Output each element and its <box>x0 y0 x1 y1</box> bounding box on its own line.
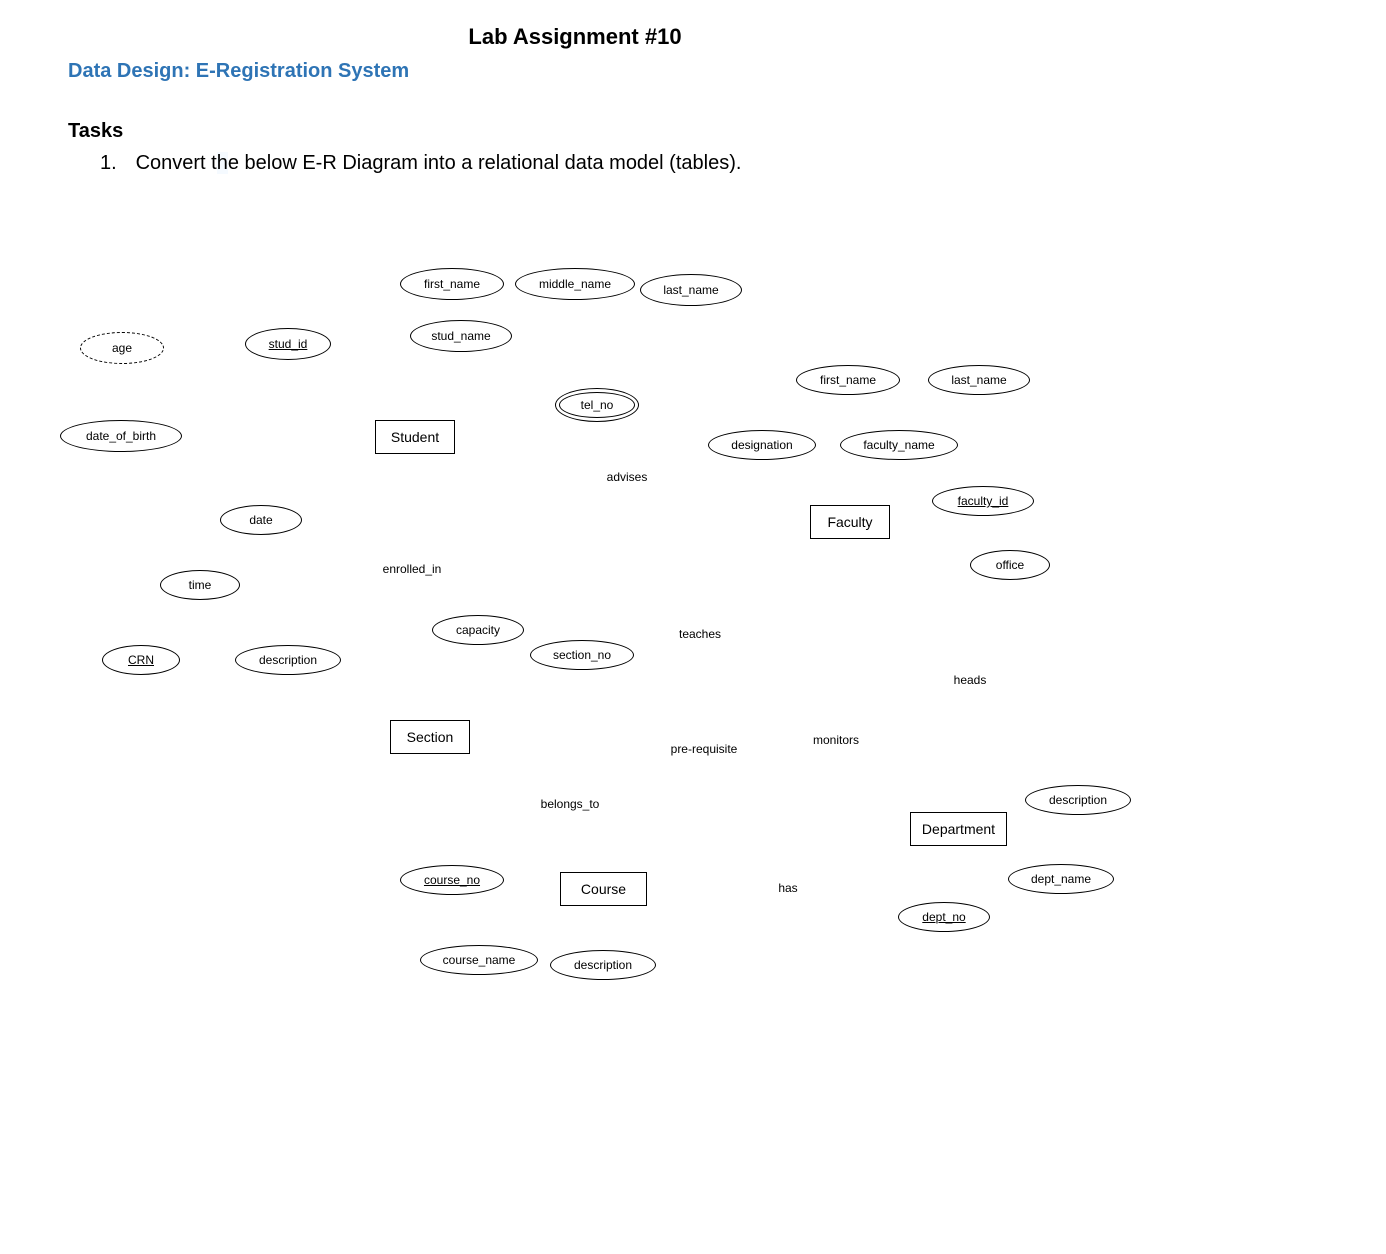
attr-faculty-id: faculty_id <box>932 486 1034 516</box>
attr-dept-description: description <box>1025 785 1131 815</box>
rel-prerequisite: pre-requisite <box>658 730 750 768</box>
attr-fac-last-name: last_name <box>928 365 1030 395</box>
entity-section: Section <box>390 720 470 754</box>
attr-time: time <box>160 570 240 600</box>
attr-fac-first-name: first_name <box>796 365 900 395</box>
attr-course-no: course_no <box>400 865 504 895</box>
rel-advises: advises <box>595 458 659 496</box>
attr-last-name: last_name <box>640 274 742 306</box>
attr-date: date <box>220 505 302 535</box>
entity-faculty: Faculty <box>810 505 890 539</box>
entity-department: Department <box>910 812 1007 846</box>
attr-stud-id-label: stud_id <box>269 337 308 351</box>
attr-designation: designation <box>708 430 816 460</box>
attr-faculty-name: faculty_name <box>840 430 958 460</box>
er-diagram: Student Section Course Faculty Departmen… <box>40 250 1160 1080</box>
attr-age: age <box>80 332 164 364</box>
attr-crn-label: CRN <box>128 653 154 667</box>
page-title: Lab Assignment #10 <box>0 24 1150 50</box>
task-list-item: 1. Convert the below E-R Diagram into a … <box>100 152 741 175</box>
rel-teaches: teaches <box>668 615 732 653</box>
task-text-a: Convert t <box>136 152 217 174</box>
attr-date-of-birth: date_of_birth <box>60 420 182 452</box>
page-subtitle: Data Design: E-Registration System <box>68 60 409 83</box>
rel-has: has <box>760 870 816 906</box>
attr-crn: CRN <box>102 645 180 675</box>
task-text-b: e below E-R Diagram into a relational da… <box>228 152 742 174</box>
attr-dept-no-label: dept_no <box>922 910 965 924</box>
attr-section-description: description <box>235 645 341 675</box>
attr-tel-no: tel_no <box>555 388 639 422</box>
attr-stud-name: stud_name <box>410 320 512 352</box>
rel-belongs-to: belongs_to <box>530 785 610 823</box>
attr-faculty-id-label: faculty_id <box>958 494 1009 508</box>
attr-first-name: first_name <box>400 268 504 300</box>
attr-section-no: section_no <box>530 640 634 670</box>
attr-capacity: capacity <box>432 615 524 645</box>
attr-stud-id: stud_id <box>245 328 331 360</box>
rel-monitors: monitors <box>800 722 872 758</box>
attr-course-no-label: course_no <box>424 873 480 887</box>
entity-student: Student <box>375 420 455 454</box>
attr-course-description: description <box>550 950 656 980</box>
entity-course: Course <box>560 872 647 906</box>
task-text-highlight: h <box>217 152 228 174</box>
rel-heads: heads <box>940 662 1000 698</box>
attr-dept-name: dept_name <box>1008 864 1114 894</box>
attr-office: office <box>970 550 1050 580</box>
task-number: 1. <box>100 152 130 175</box>
attr-course-name: course_name <box>420 945 538 975</box>
attr-dept-no: dept_no <box>898 902 990 932</box>
rel-enrolled-in: enrolled_in <box>370 550 454 588</box>
attr-middle-name: middle_name <box>515 268 635 300</box>
tasks-heading: Tasks <box>68 120 123 143</box>
